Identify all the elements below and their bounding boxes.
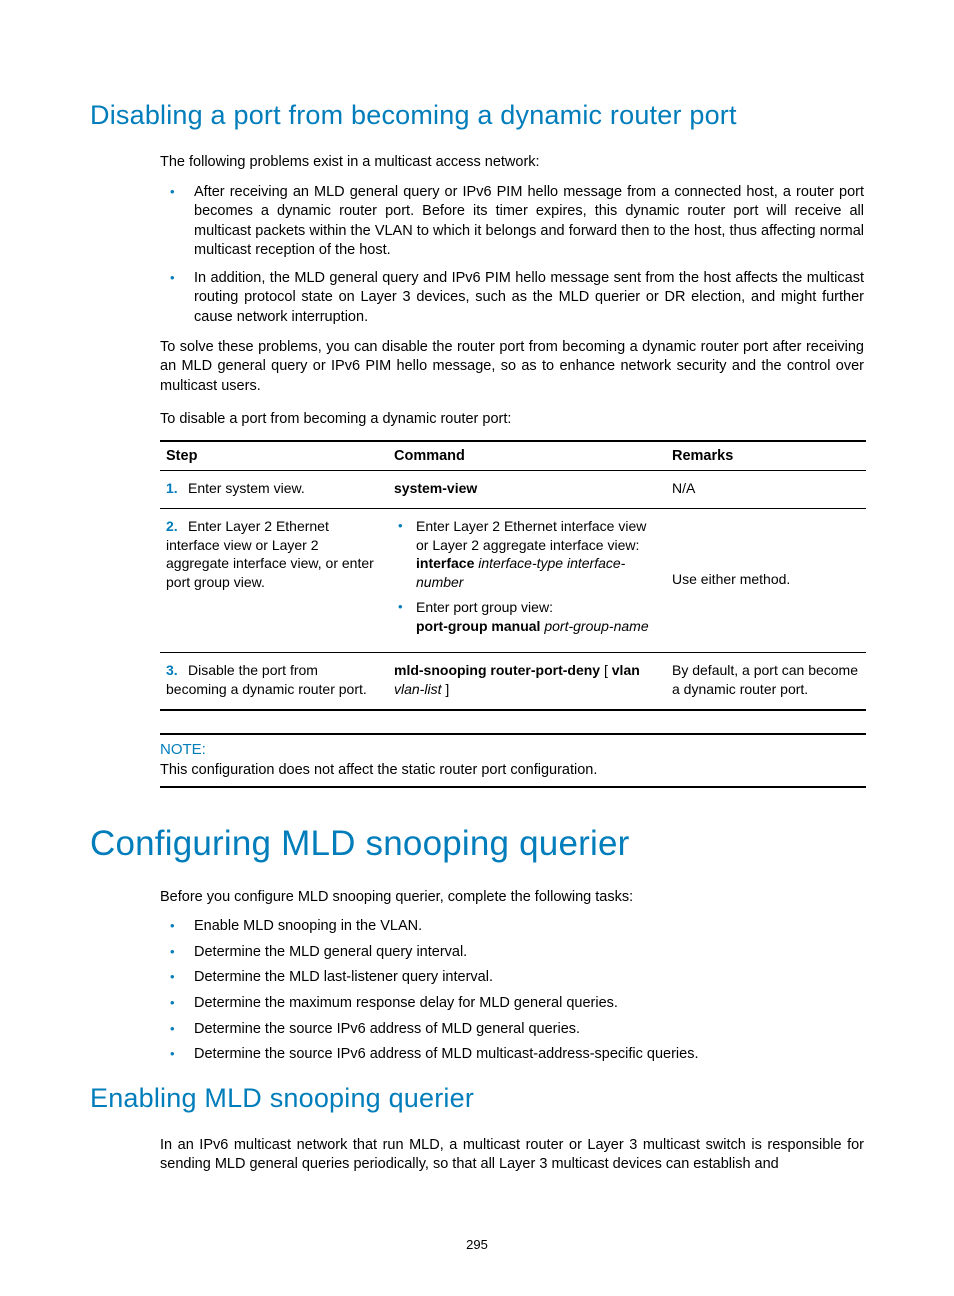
list-item: Determine the source IPv6 address of MLD… — [160, 1045, 864, 1065]
section2-bullets: Enable MLD snooping in the VLAN. Determi… — [160, 917, 864, 1064]
list-item: Determine the MLD general query interval… — [160, 943, 864, 963]
list-item: In addition, the MLD general query and I… — [160, 269, 864, 328]
list-item: Enable MLD snooping in the VLAN. — [160, 917, 864, 937]
cmd-keyword: port-group manual — [416, 618, 540, 634]
cmd-arg: port-group-name — [544, 618, 648, 634]
remarks-text: N/A — [666, 470, 866, 508]
heading-disable-dynamic-router-port: Disabling a port from becoming a dynamic… — [90, 100, 864, 131]
list-item: Determine the maximum response delay for… — [160, 994, 864, 1014]
steps-table: Step Command Remarks 1.Enter system view… — [160, 440, 866, 711]
list-item: Determine the MLD last-listener query in… — [160, 968, 864, 988]
step-text: Enter Layer 2 Ethernet interface view or… — [166, 518, 374, 591]
list-item: Determine the source IPv6 address of MLD… — [160, 1020, 864, 1040]
cmd-keyword: interface — [416, 555, 474, 571]
section2-intro: Before you configure MLD snooping querie… — [160, 888, 864, 908]
list-item: Enter port group view: port-group manual… — [394, 598, 660, 636]
page-number: 295 — [0, 1237, 954, 1252]
table-header-row: Step Command Remarks — [160, 441, 866, 471]
list-item: After receiving an MLD general query or … — [160, 183, 864, 261]
step-text: Enter system view. — [188, 480, 305, 496]
note-text: This configuration does not affect the s… — [160, 762, 866, 778]
th-step: Step — [160, 441, 388, 471]
th-command: Command — [388, 441, 666, 471]
section3-para: In an IPv6 multicast network that run ML… — [160, 1136, 864, 1175]
command-text: system-view — [394, 480, 477, 496]
note-box: NOTE: This configuration does not affect… — [160, 733, 866, 788]
cmd-keyword: vlan — [612, 662, 640, 678]
section1-body: The following problems exist in a multic… — [160, 153, 864, 788]
heading-enabling-mld-querier: Enabling MLD snooping querier — [90, 1083, 864, 1114]
list-item: Enter Layer 2 Ethernet interface view or… — [394, 517, 660, 593]
step-number: 3. — [166, 661, 188, 680]
cmd-arg: vlan-list — [394, 681, 441, 697]
heading-configuring-mld-querier: Configuring MLD snooping querier — [90, 824, 864, 864]
remarks-text: By default, a port can become a dynamic … — [666, 652, 866, 709]
cmd-desc: Enter Layer 2 Ethernet interface view or… — [416, 518, 646, 553]
section1-solve: To solve these problems, you can disable… — [160, 338, 864, 397]
table-row: 3.Disable the port from becoming a dynam… — [160, 652, 866, 709]
section2-body: Before you configure MLD snooping querie… — [160, 888, 864, 1065]
step-number: 2. — [166, 517, 188, 536]
cmd-keyword: mld-snooping router-port-deny — [394, 662, 600, 678]
table-row: 2.Enter Layer 2 Ethernet interface view … — [160, 508, 866, 652]
command-bullets: Enter Layer 2 Ethernet interface view or… — [394, 517, 660, 636]
step-text: Disable the port from becoming a dynamic… — [166, 662, 367, 697]
section3-body: In an IPv6 multicast network that run ML… — [160, 1136, 864, 1175]
section1-lead: To disable a port from becoming a dynami… — [160, 410, 864, 430]
remarks-text: Use either method. — [666, 508, 866, 652]
section1-bullets: After receiving an MLD general query or … — [160, 183, 864, 328]
cmd-plain: ] — [441, 681, 449, 697]
th-remarks: Remarks — [666, 441, 866, 471]
table-row: 1.Enter system view. system-view N/A — [160, 470, 866, 508]
section1-intro: The following problems exist in a multic… — [160, 153, 864, 173]
cmd-plain: [ — [600, 662, 612, 678]
step-number: 1. — [166, 479, 188, 498]
cmd-desc: Enter port group view: — [416, 599, 553, 615]
note-label: NOTE: — [160, 741, 866, 758]
